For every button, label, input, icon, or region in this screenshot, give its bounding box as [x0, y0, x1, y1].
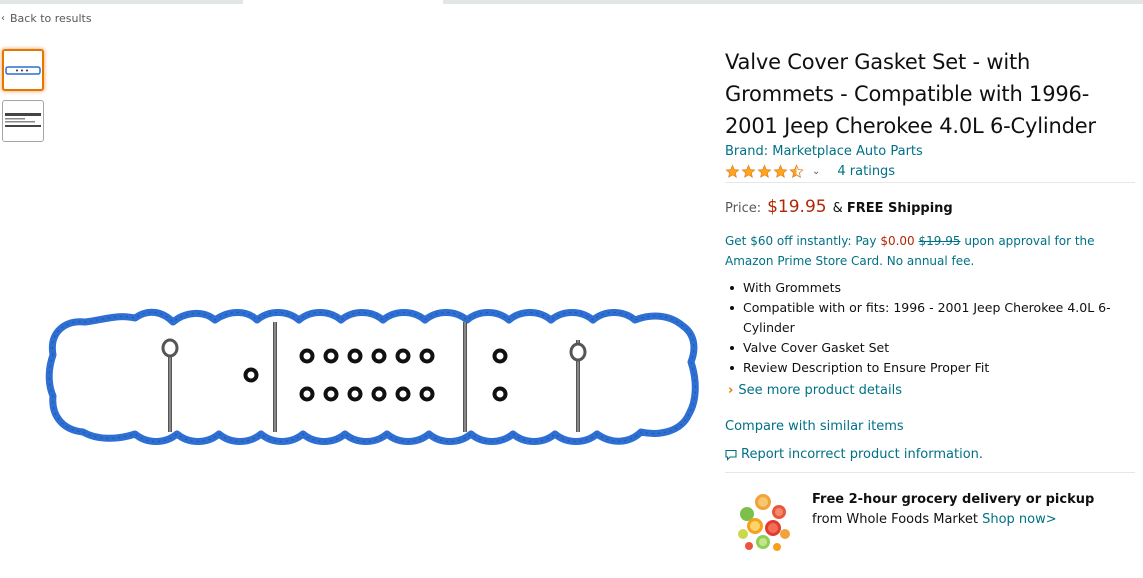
promo-struck-price: $19.95	[918, 234, 961, 248]
comment-icon	[725, 449, 737, 461]
price-value: $19.95	[767, 197, 827, 217]
chevron-left-icon: ‹	[1, 13, 5, 24]
chevron-right-icon: ›	[728, 383, 734, 398]
star-icon	[757, 164, 772, 178]
star-rating[interactable]	[725, 164, 804, 179]
description-thumbnail-image	[5, 113, 41, 127]
top-progress-bar	[0, 0, 1143, 4]
star-icon	[741, 164, 756, 178]
rating-row: ⌄ 4 ratings	[725, 164, 1135, 179]
thumbnail-gasket[interactable]	[2, 49, 44, 91]
half-star-icon	[789, 164, 804, 179]
list-item: Valve Cover Gasket Set	[725, 338, 1125, 358]
prime-card-promo[interactable]: Get $60 off instantly: Pay $0.00 $19.95 …	[725, 231, 1125, 271]
whole-foods-headline: Free 2-hour grocery delivery or pickup	[812, 492, 1095, 507]
see-more-details-link[interactable]: › See more product details	[728, 383, 902, 398]
compare-similar-link[interactable]: Compare with similar items	[725, 419, 904, 434]
product-main-image[interactable]	[45, 300, 705, 455]
price-label: Price:	[725, 201, 762, 216]
product-info-column: Valve Cover Gasket Set - with Grommets -…	[725, 46, 1135, 179]
back-to-results-label: Back to results	[10, 12, 92, 25]
list-item: Compatible with or fits: 1996 - 2001 Jee…	[725, 298, 1125, 338]
list-item: With Grommets	[725, 278, 1125, 298]
back-to-results-link[interactable]: ‹ Back to results	[1, 12, 92, 25]
product-title: Valve Cover Gasket Set - with Grommets -…	[725, 50, 1096, 138]
divider	[725, 182, 1135, 183]
gasket-thumbnail-image	[5, 66, 41, 75]
feature-bullets: With Grommets Compatible with or fits: 1…	[725, 278, 1125, 378]
report-info-link[interactable]: Report incorrect product information.	[725, 447, 983, 462]
chevron-down-icon[interactable]: ⌄	[812, 166, 820, 177]
brand-link[interactable]: Brand: Marketplace Auto Parts	[725, 144, 1135, 159]
list-item: Review Description to Ensure Proper Fit	[725, 358, 1125, 378]
thumbnail-description[interactable]	[2, 100, 44, 142]
fruit-basket-icon	[738, 494, 790, 551]
star-icon	[773, 164, 788, 178]
shop-now-link[interactable]: Shop now>	[982, 512, 1057, 527]
whole-foods-promo: Free 2-hour grocery delivery or pickup f…	[812, 490, 1094, 530]
ratings-count-link[interactable]: 4 ratings	[837, 164, 895, 179]
shipping-info: & FREE Shipping	[832, 201, 953, 216]
whole-foods-subtext: from Whole Foods Market	[812, 512, 978, 527]
promo-pay-amount: $0.00	[880, 234, 915, 248]
price-row: Price: $19.95 & FREE Shipping	[725, 197, 953, 217]
star-icon	[725, 164, 740, 178]
divider	[725, 472, 1135, 473]
